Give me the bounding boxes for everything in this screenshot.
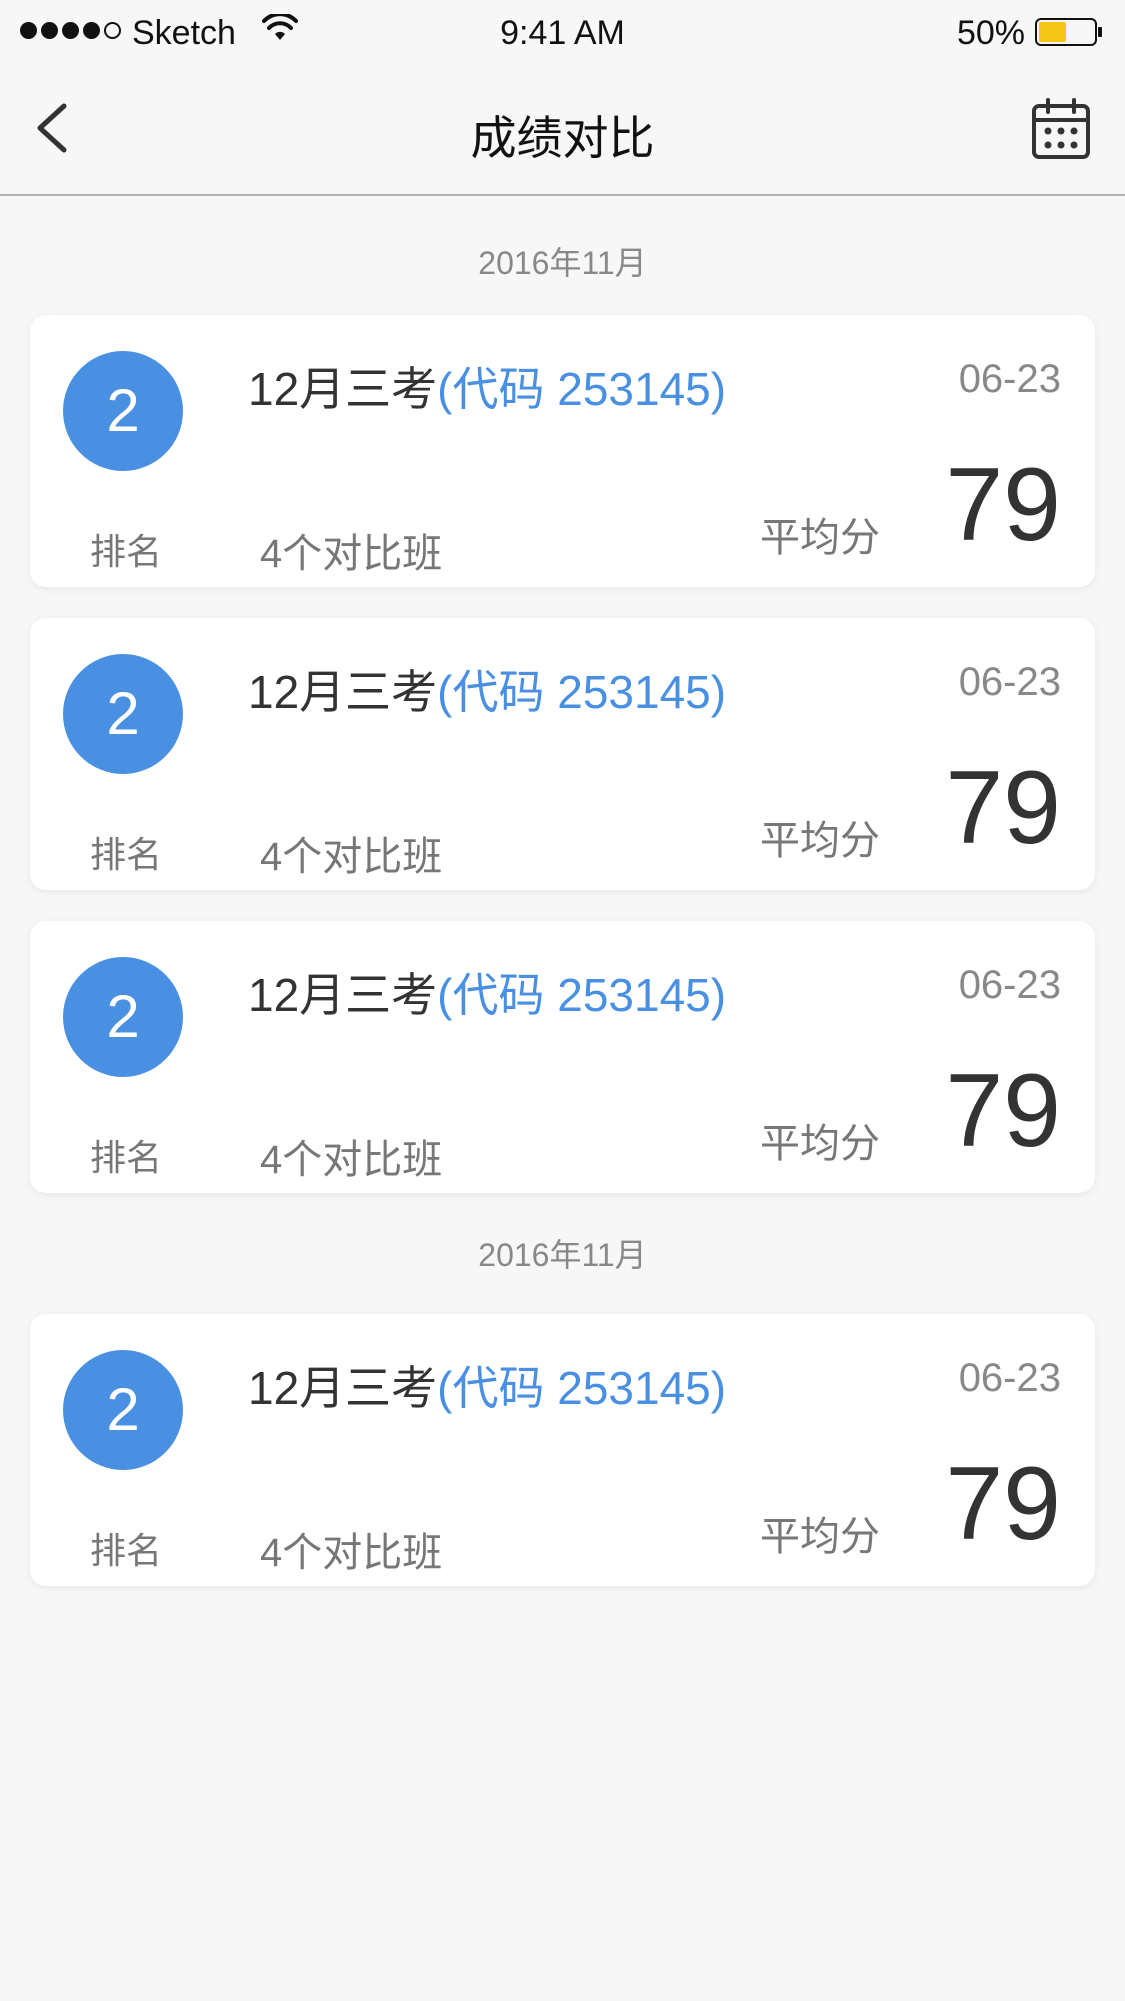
- exam-date: 06-23: [958, 963, 1061, 1007]
- average-score-label: 平均分: [760, 516, 880, 560]
- rank-label: 排名: [90, 1530, 163, 1571]
- average-score: 79: [945, 750, 1061, 866]
- exam-title: 12月三考(代码 253145): [248, 353, 726, 419]
- calendar-icon[interactable]: [1031, 98, 1091, 160]
- page-title: 成绩对比: [470, 112, 655, 164]
- exam-date: 06-23: [958, 1356, 1061, 1400]
- exam-card[interactable]: 2 排名 12月三考(代码 253145) 06-23 4个对比班 平均分 79: [30, 921, 1095, 1193]
- compared-classes: 4个对比班: [260, 1531, 443, 1575]
- exam-code: (代码 253145): [437, 363, 727, 415]
- average-score: 79: [945, 1446, 1061, 1562]
- navigation-bar: 成绩对比: [0, 64, 1125, 196]
- exam-name: 12月三考: [248, 969, 438, 1021]
- status-bar: Sketch 9:41 AM 50%: [0, 0, 1125, 64]
- exam-title: 12月三考(代码 253145): [248, 656, 726, 722]
- rank-label: 排名: [90, 1137, 163, 1178]
- exam-title: 12月三考(代码 253145): [248, 1352, 726, 1418]
- exam-name: 12月三考: [248, 363, 438, 415]
- exam-code: (代码 253145): [437, 1362, 727, 1414]
- rank-badge: 2: [63, 1350, 183, 1470]
- compared-classes: 4个对比班: [260, 835, 443, 879]
- exam-code: (代码 253145): [437, 666, 727, 718]
- exam-card[interactable]: 2 排名 12月三考(代码 253145) 06-23 4个对比班 平均分 79: [30, 618, 1095, 890]
- exam-name: 12月三考: [248, 1362, 438, 1414]
- battery-icon: [1035, 18, 1102, 46]
- average-score: 79: [945, 447, 1061, 563]
- exam-code: (代码 253145): [437, 969, 727, 1021]
- exam-title: 12月三考(代码 253145): [248, 959, 726, 1025]
- exam-name: 12月三考: [248, 666, 438, 718]
- exam-card[interactable]: 2 排名 12月三考(代码 253145) 06-23 4个对比班 平均分 79: [30, 1314, 1095, 1586]
- month-header: 2016年11月: [478, 1237, 647, 1273]
- rank-label: 排名: [90, 834, 163, 875]
- average-score-label: 平均分: [760, 819, 880, 863]
- exam-card[interactable]: 2 排名 12月三考(代码 253145) 06-23 4个对比班 平均分 79: [30, 315, 1095, 587]
- exam-date: 06-23: [958, 357, 1061, 401]
- average-score-label: 平均分: [760, 1122, 880, 1166]
- rank-badge: 2: [63, 351, 183, 471]
- battery-percent: 50%: [956, 14, 1025, 52]
- average-score-label: 平均分: [760, 1515, 880, 1559]
- rank-label: 排名: [90, 531, 163, 572]
- compared-classes: 4个对比班: [260, 532, 443, 576]
- rank-badge: 2: [63, 957, 183, 1077]
- exam-date: 06-23: [958, 660, 1061, 704]
- month-header: 2016年11月: [478, 245, 647, 281]
- rank-badge: 2: [63, 654, 183, 774]
- compared-classes: 4个对比班: [260, 1138, 443, 1182]
- average-score: 79: [945, 1053, 1061, 1169]
